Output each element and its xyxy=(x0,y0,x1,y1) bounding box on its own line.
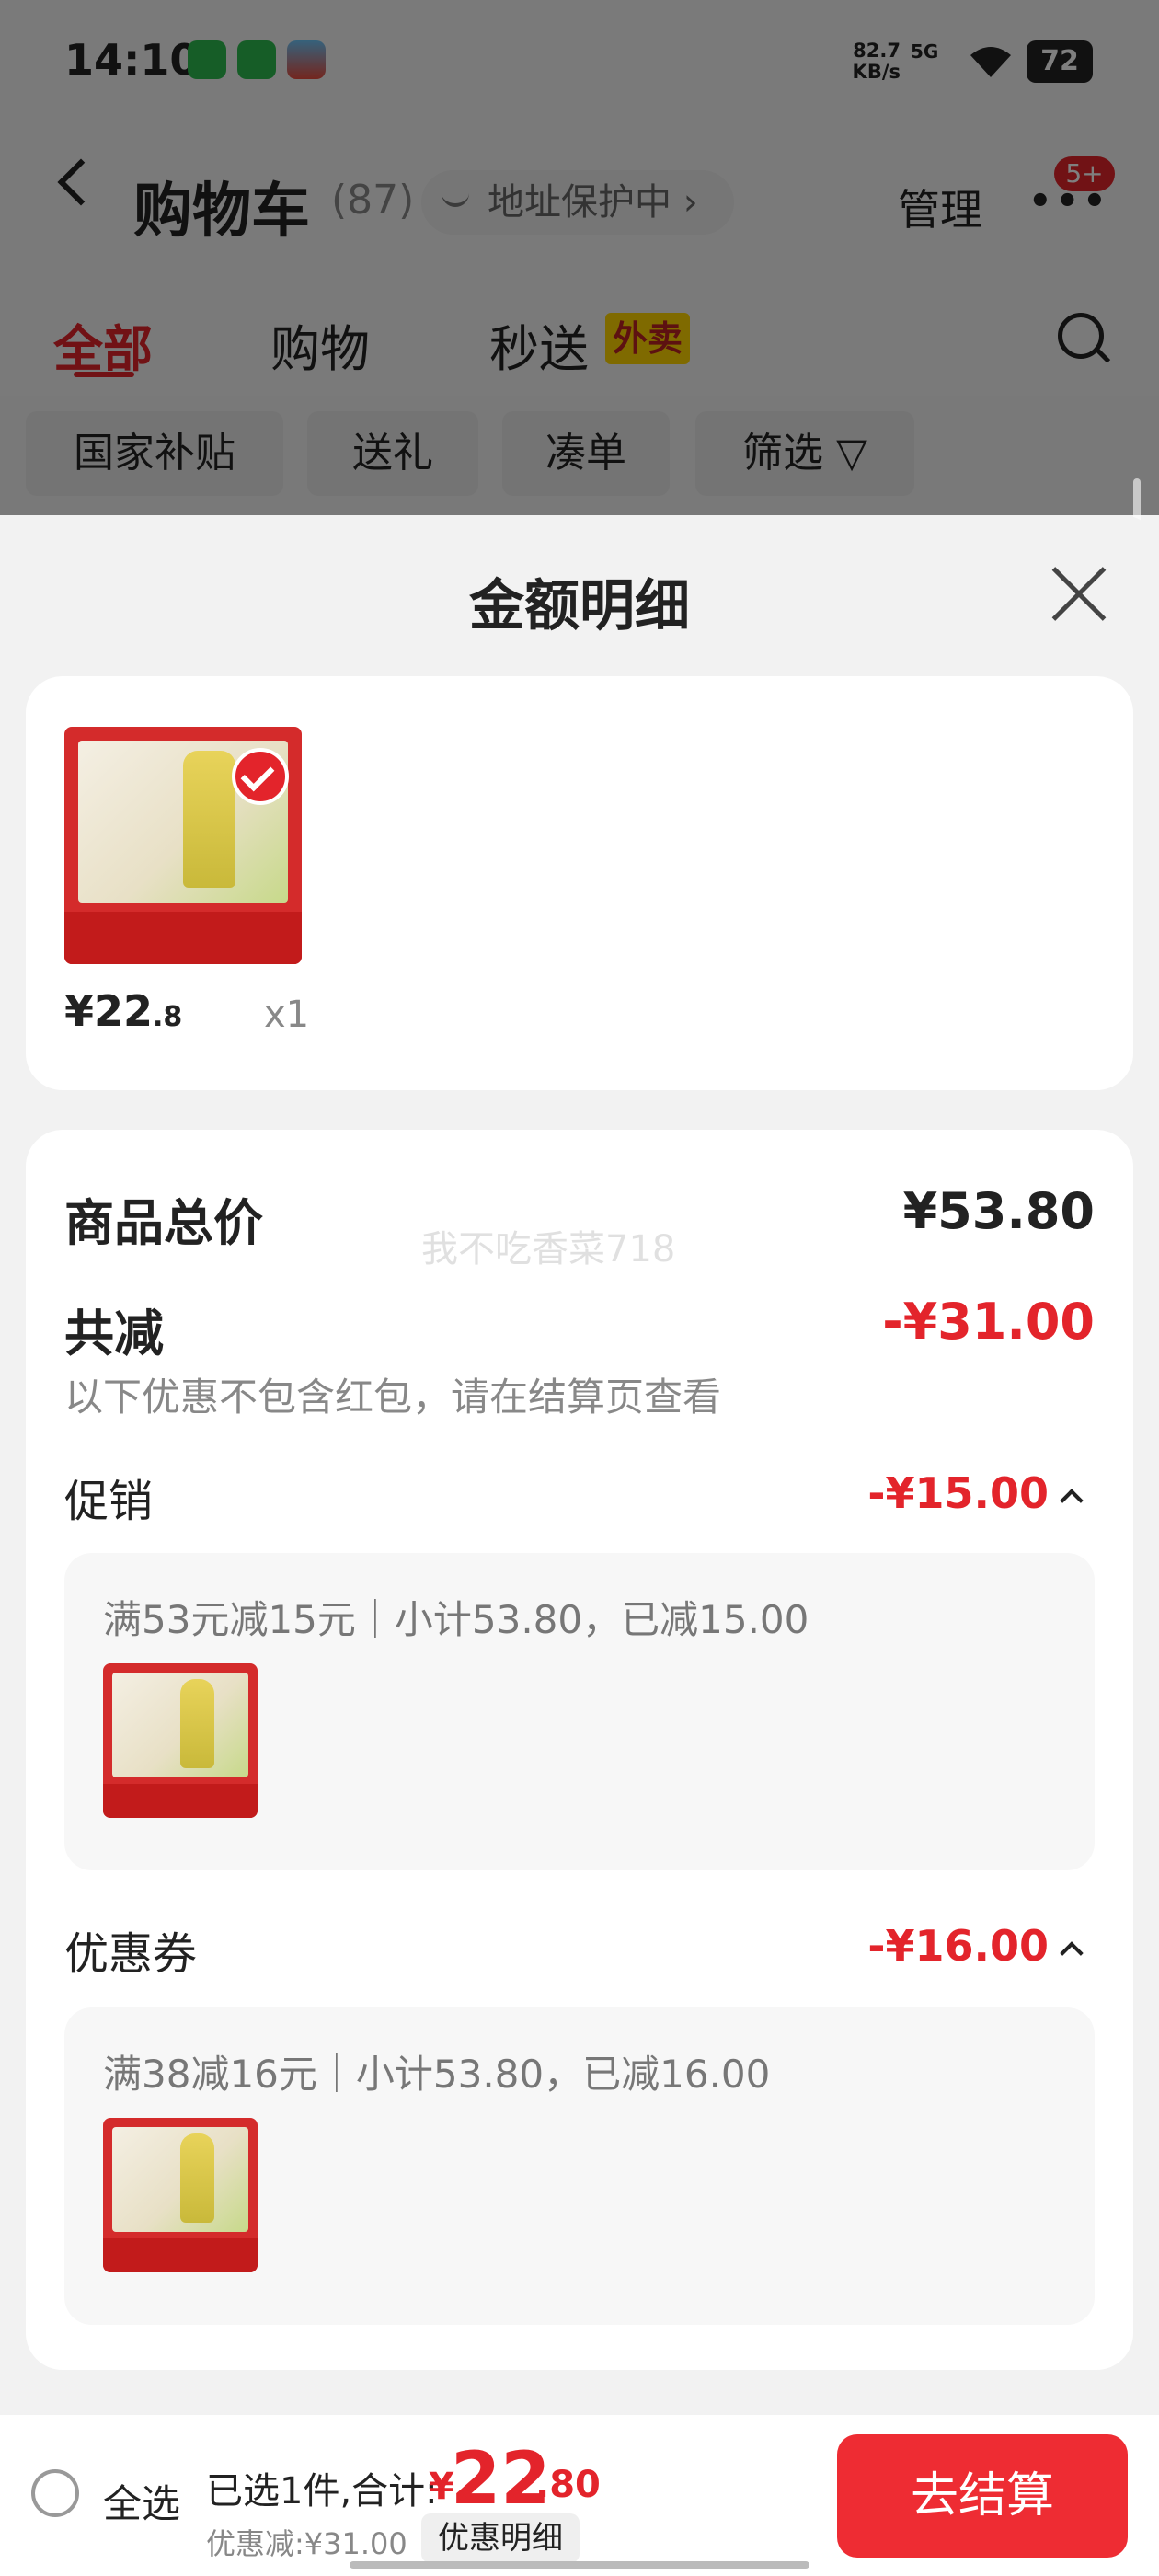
selected-check-icon xyxy=(232,748,289,805)
promotion-amount[interactable]: -¥15.00 xyxy=(828,1468,1049,1518)
promotion-product-image xyxy=(103,1663,258,1818)
select-all-radio[interactable] xyxy=(31,2469,79,2517)
promotion-label: 促销 xyxy=(64,1476,154,1527)
sheet-title: 金额明细 xyxy=(469,574,690,638)
total-price-label: 商品总价 xyxy=(64,1194,263,1252)
select-all-label[interactable]: 全选 xyxy=(103,2473,180,2529)
reduce-label: 共减 xyxy=(64,1305,164,1363)
coupon-amount[interactable]: -¥16.00 xyxy=(828,1921,1049,1971)
coupon-detail-text: 满38减16元｜小计53.80，已减16.00 xyxy=(103,2052,771,2097)
discount-summary: 优惠减:¥31.00 xyxy=(206,2526,407,2561)
promotion-detail-text: 满53元减15元｜小计53.80，已减15.00 xyxy=(103,1597,809,1642)
close-icon[interactable] xyxy=(1049,564,1109,625)
total-decimal: .80 xyxy=(535,2464,601,2506)
product-price: ¥22.8 xyxy=(64,986,183,1036)
total-price-value: ¥53.80 xyxy=(902,1182,1095,1240)
watermark: 我不吃香菜718 xyxy=(421,1228,676,1271)
home-indicator[interactable] xyxy=(350,2561,809,2569)
selected-summary: 已选1件,合计: xyxy=(206,2470,438,2513)
checkout-button[interactable]: 去结算 xyxy=(837,2434,1128,2558)
discount-note: 以下优惠不包含红包，请在结算页查看 xyxy=(64,1374,722,1420)
modal-overlay[interactable] xyxy=(0,0,1159,515)
reduce-value: -¥31.00 xyxy=(882,1293,1095,1351)
coupon-label: 优惠券 xyxy=(64,1928,198,1980)
product-quantity: x1 xyxy=(264,994,310,1036)
coupon-product-image xyxy=(103,2118,258,2272)
discount-detail-button[interactable]: 优惠明细 xyxy=(421,2513,580,2563)
